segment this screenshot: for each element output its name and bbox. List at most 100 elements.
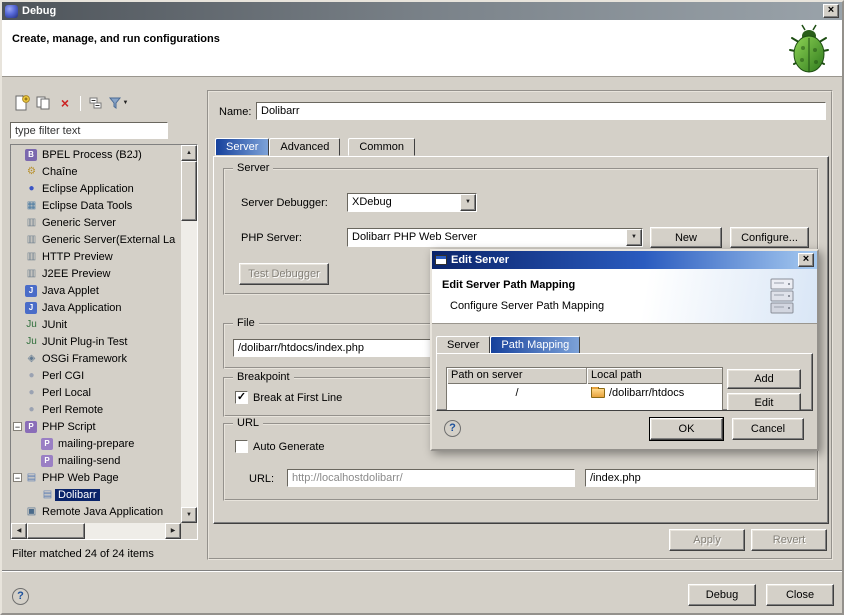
config-tree: BBPEL Process (B2J)⚙Chaîne●Eclipse Appli…	[11, 146, 181, 523]
name-input[interactable]	[256, 102, 826, 120]
mapping-table-row[interactable]: //dolibarr/htdocs	[447, 384, 722, 401]
dropdown-arrow-icon[interactable]: ▼	[460, 194, 476, 211]
close-button[interactable]: Close	[766, 584, 834, 606]
panel-sash[interactable]	[198, 90, 207, 560]
duplicate-configuration-button[interactable]	[32, 93, 54, 113]
local-path-cell: /dolibarr/htdocs	[587, 387, 722, 399]
help-icon[interactable]: ?	[12, 588, 29, 605]
ok-button[interactable]: OK	[650, 418, 723, 440]
tree-item-label: Generic Server	[39, 217, 119, 229]
tree-item-label: mailing-send	[55, 455, 123, 467]
edit-mapping-button[interactable]: Edit	[727, 393, 801, 411]
server-group-legend: Server	[233, 162, 273, 174]
tree-item[interactable]: JuJUnit	[11, 316, 181, 333]
php-file-icon: P	[41, 455, 53, 467]
tree-item-label: Remote Java Application	[39, 506, 166, 518]
new-configuration-button[interactable]	[10, 93, 32, 113]
collapse-all-button[interactable]	[85, 93, 107, 113]
filter-input[interactable]	[10, 122, 168, 139]
horizontal-scroll-thumb[interactable]	[27, 523, 85, 539]
tree-item[interactable]: ▣Remote Java Application	[11, 503, 181, 520]
tree-item[interactable]: ▥Generic Server(External La	[11, 231, 181, 248]
configure-button[interactable]: Configure...	[730, 227, 809, 248]
tree-item[interactable]: Pmailing-prepare	[11, 435, 181, 452]
tree-item[interactable]: JJava Application	[11, 299, 181, 316]
folder-icon	[591, 388, 605, 398]
tree-item-label: PHP Web Page	[39, 472, 122, 484]
new-server-button[interactable]: New	[650, 227, 722, 248]
server-icon: ▥	[24, 233, 39, 246]
tree-item[interactable]: ▥J2EE Preview	[11, 265, 181, 282]
footer-separator	[2, 570, 842, 572]
window-close-icon[interactable]: ×	[823, 4, 839, 18]
filter-icon	[108, 96, 122, 110]
php-server-value: Dolibarr PHP Web Server	[352, 231, 624, 243]
tree-item[interactable]: ▤Dolibarr	[11, 486, 181, 503]
break-at-first-line-checkbox[interactable]: ✓	[235, 391, 248, 404]
tree-item[interactable]: −PPHP Script	[11, 418, 181, 435]
tree-item[interactable]: ▦Eclipse Data Tools	[11, 197, 181, 214]
tree-item[interactable]: ▥Generic Server	[11, 214, 181, 231]
php-server-label: PHP Server:	[241, 232, 302, 244]
tree-item[interactable]: ▥HTTP Preview	[11, 248, 181, 265]
path-on-server-header[interactable]: Path on server	[447, 368, 587, 384]
perl-icon: ●	[24, 386, 39, 399]
auto-generate-checkbox[interactable]	[235, 440, 248, 453]
tree-item[interactable]: ●Perl Remote	[11, 401, 181, 418]
dialog-tab-path-mapping[interactable]: Path Mapping	[490, 336, 580, 354]
server-debugger-select[interactable]: XDebug ▼	[347, 193, 477, 212]
tree-item[interactable]: −▤PHP Web Page	[11, 469, 181, 486]
tree-item-label: mailing-prepare	[55, 438, 137, 450]
url-path-input[interactable]	[585, 469, 815, 487]
scroll-left-icon[interactable]: ◀	[11, 523, 27, 539]
tree-item-label: BPEL Process (B2J)	[39, 149, 145, 161]
header-banner: Create, manage, and run configurations	[2, 20, 842, 77]
tree-expander-icon[interactable]: −	[13, 473, 22, 482]
apply-button[interactable]: Apply	[669, 529, 745, 551]
name-label: Name:	[219, 106, 251, 118]
delete-configuration-button[interactable]: ×	[54, 93, 76, 113]
tab-advanced[interactable]: Advanced	[269, 138, 340, 156]
tree-item[interactable]: JuJUnit Plug-in Test	[11, 333, 181, 350]
tree-item-label: Generic Server(External La	[39, 234, 178, 246]
local-path-header[interactable]: Local path	[587, 368, 722, 384]
add-mapping-button[interactable]: Add	[727, 369, 801, 389]
filter-launch-configurations-button[interactable]: ▼	[107, 93, 129, 113]
edit-server-tabs: Server Path Mapping	[436, 335, 580, 354]
window-title: Debug	[22, 5, 56, 17]
tree-item[interactable]: ●Perl Local	[11, 384, 181, 401]
tree-vertical-scrollbar[interactable]: ▲ ▼	[181, 145, 197, 523]
tab-common[interactable]: Common	[348, 138, 415, 156]
tree-item[interactable]: ●Perl CGI	[11, 367, 181, 384]
junit-icon: Ju	[24, 335, 39, 348]
path-on-server-cell: /	[447, 387, 587, 399]
debug-button[interactable]: Debug	[688, 584, 756, 606]
revert-button[interactable]: Revert	[751, 529, 827, 551]
tree-horizontal-scrollbar[interactable]: ◀ ▶	[11, 523, 181, 539]
tree-item[interactable]: JJava Applet	[11, 282, 181, 299]
tree-item-label: Eclipse Data Tools	[39, 200, 135, 212]
tree-item[interactable]: ◈OSGi Framework	[11, 350, 181, 367]
scroll-up-icon[interactable]: ▲	[181, 145, 197, 161]
auto-generate-label: Auto Generate	[253, 441, 325, 453]
tree-item[interactable]: ⚙Chaîne	[11, 163, 181, 180]
php-file-icon: P	[41, 438, 53, 450]
cancel-button[interactable]: Cancel	[732, 418, 804, 440]
tab-server[interactable]: Server	[215, 138, 269, 156]
tree-item[interactable]: Pmailing-send	[11, 452, 181, 469]
php-server-select[interactable]: Dolibarr PHP Web Server ▼	[347, 228, 643, 247]
tree-item[interactable]: ●Eclipse Application	[11, 180, 181, 197]
scroll-right-icon[interactable]: ▶	[165, 523, 181, 539]
delete-icon: ×	[61, 96, 69, 110]
edit-server-close-icon[interactable]: ×	[798, 253, 814, 267]
dialog-tab-server[interactable]: Server	[436, 336, 490, 354]
dialog-help-icon[interactable]: ?	[444, 420, 461, 437]
base-url-input[interactable]	[287, 469, 575, 487]
tree-item-label: Java Applet	[39, 285, 102, 297]
tree-expander-icon[interactable]: −	[13, 422, 22, 431]
test-debugger-button[interactable]: Test Debugger	[239, 263, 329, 285]
dropdown-arrow-icon[interactable]: ▼	[626, 229, 642, 246]
vertical-scroll-thumb[interactable]	[181, 161, 197, 221]
scroll-down-icon[interactable]: ▼	[181, 507, 197, 523]
tree-item[interactable]: BBPEL Process (B2J)	[11, 146, 181, 163]
